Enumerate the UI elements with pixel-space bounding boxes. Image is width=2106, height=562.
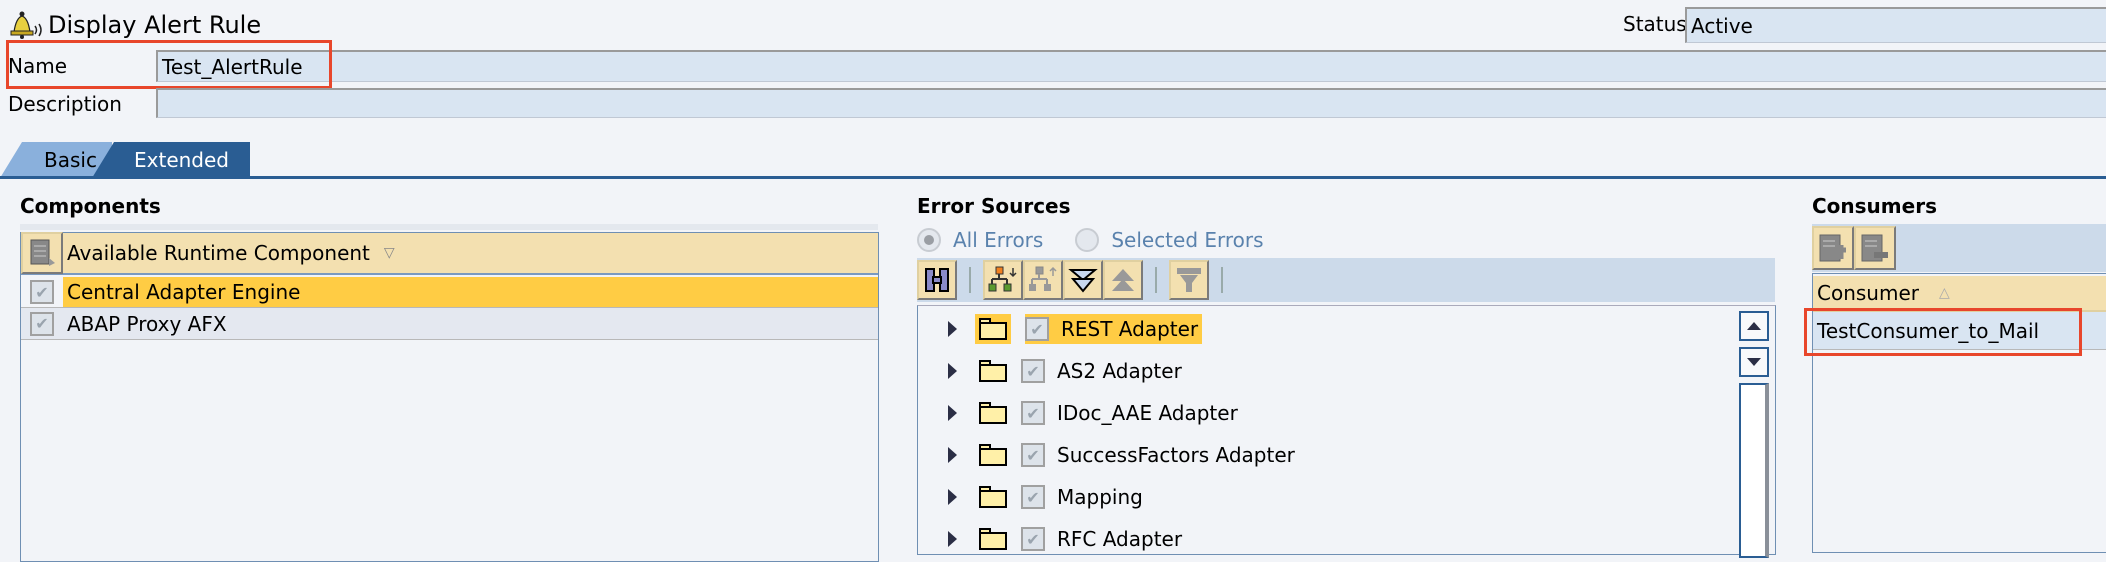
components-divider [20,224,878,230]
components-table: Available Runtime Component ▽ ✔ Central … [20,232,879,562]
add-row-icon[interactable] [1812,226,1854,270]
collapse-all-icon[interactable] [1103,260,1143,300]
description-label: Description [8,92,122,116]
tree-node[interactable]: ✔ IDoc_AAE Adapter [928,395,1238,431]
checkbox[interactable]: ✔ [1021,527,1045,551]
expand-arrow-icon[interactable] [948,405,957,421]
select-all-icon[interactable] [21,232,63,274]
expand-arrow-icon[interactable] [948,489,957,505]
scroll-up-button[interactable] [1739,311,1769,341]
table-row[interactable]: ✔ ABAP Proxy AFX [21,308,878,340]
tab-basic-label: Basic [44,148,97,172]
name-label: Name [8,54,68,78]
filter-icon[interactable] [1169,260,1209,300]
components-heading: Components [20,194,161,218]
folder-highlight [975,314,1011,344]
consumers-heading: Consumers [1812,194,1937,218]
folder-icon [979,360,1007,382]
error-sources-tree: ✔ REST Adapter ✔ AS2 Adapter ✔ IDoc_AAE … [917,305,1776,558]
folder-icon [979,486,1007,508]
consumers-toolbar [1812,224,2106,272]
sort-descending-icon[interactable]: ▽ [384,245,395,261]
tree-node[interactable]: ✔ SuccessFactors Adapter [928,437,1295,473]
checkbox[interactable]: ✔ [30,311,54,336]
checkbox[interactable]: ✔ [1025,317,1049,341]
status-label: Status [1623,12,1687,36]
tree-node-label-group: ✔ REST Adapter [1025,314,1203,344]
consumer-name: TestConsumer_to_Mail [1817,318,2040,343]
table-row[interactable]: TestConsumer_to_Mail [1813,312,2106,350]
tree-node-label: Mapping [1057,485,1143,509]
radio-all-errors[interactable] [917,228,941,252]
toolbar-separator [1155,267,1157,293]
row-checkbox-cell: ✔ [21,280,63,304]
tree-node-label: RFC Adapter [1057,527,1183,551]
row-label: ABAP Proxy AFX [67,311,227,336]
scrollbar-thumb[interactable] [1739,383,1769,558]
collapse-subtree-icon[interactable] [1023,260,1063,300]
tree-node-label: IDoc_AAE Adapter [1057,401,1238,425]
checkbox[interactable]: ✔ [30,280,54,304]
tree-node-label: SuccessFactors Adapter [1057,443,1295,467]
toolbar-separator [1221,267,1223,293]
expand-arrow-icon[interactable] [948,447,957,463]
radio-all-errors-label[interactable]: All Errors [953,228,1043,252]
consumers-table-header: Consumer △ [1813,276,2106,312]
components-table-header: Available Runtime Component ▽ [21,232,878,275]
folder-icon [979,318,1007,340]
tab-extended[interactable]: Extended [92,142,250,178]
expand-all-icon[interactable] [1063,260,1103,300]
expand-arrow-icon[interactable] [948,363,957,379]
status-field: Active [1685,7,2106,43]
checkbox[interactable]: ✔ [1021,359,1045,383]
radio-selected-errors-label[interactable]: Selected Errors [1111,228,1263,252]
page-title: Display Alert Rule [8,8,261,42]
scroll-down-button[interactable] [1739,347,1769,377]
name-field[interactable]: Test_AlertRule [156,50,2106,82]
radio-selected-errors[interactable] [1075,228,1100,252]
tree-node[interactable]: ✔ RFC Adapter [928,521,1182,557]
find-icon[interactable] [917,260,957,300]
folder-icon [979,528,1007,550]
column-header-consumer[interactable]: Consumer [1817,281,1919,305]
expand-subtree-icon[interactable] [983,260,1023,300]
checkbox[interactable]: ✔ [1021,401,1045,425]
error-scope-radio-group: All Errors Selected Errors [917,228,1264,252]
tab-extended-label: Extended [134,148,229,172]
tree-node-label: REST Adapter [1061,317,1199,341]
folder-icon [979,402,1007,424]
column-header-available-runtime-component[interactable]: Available Runtime Component [67,241,370,265]
error-sources-heading: Error Sources [917,194,1071,218]
page-title-text: Display Alert Rule [48,11,262,39]
expand-arrow-icon[interactable] [948,321,957,337]
checkbox[interactable]: ✔ [1021,485,1045,509]
checkbox[interactable]: ✔ [1021,443,1045,467]
expand-arrow-icon[interactable] [948,531,957,547]
tree-node[interactable]: ✔ REST Adapter [928,311,1203,347]
tree-node[interactable]: ✔ Mapping [928,479,1143,515]
consumers-table: Consumer △ TestConsumer_to_Mail [1812,273,2106,553]
tree-node[interactable]: ✔ AS2 Adapter [928,353,1182,389]
table-row[interactable]: ✔ Central Adapter Engine [21,277,878,308]
toolbar-separator [969,267,971,293]
remove-row-icon[interactable] [1854,226,1896,270]
tree-node-label: AS2 Adapter [1057,359,1182,383]
description-field[interactable] [156,88,2106,118]
folder-icon [979,444,1007,466]
error-sources-toolbar [917,258,1775,302]
tab-underline [0,176,2106,179]
row-checkbox-cell: ✔ [21,311,63,336]
sort-ascending-icon[interactable]: △ [1939,285,1950,301]
alert-bell-icon [8,10,44,40]
row-label: Central Adapter Engine [63,277,878,307]
